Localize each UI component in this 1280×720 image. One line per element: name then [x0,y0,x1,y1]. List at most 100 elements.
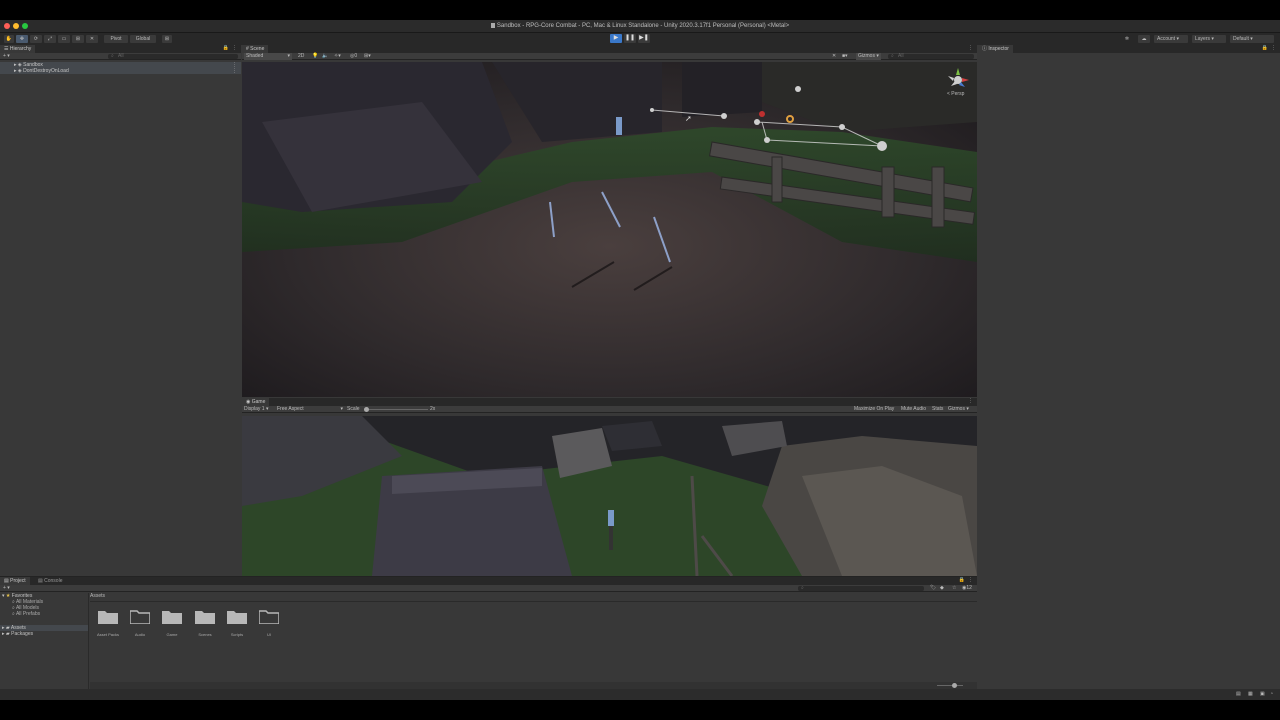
lock-icon[interactable]: 🔒 [1262,45,1268,52]
effects-toggle-icon[interactable]: ✧▾ [334,53,341,60]
pause-icon: ❚❚ [624,35,636,41]
transform-tool-icon[interactable]: ⊞ [72,35,84,43]
tree-item-packages[interactable]: ▸ ▰ Packages [0,631,88,637]
maximize-on-play-toggle[interactable]: Maximize On Play [854,406,894,413]
create-dropdown-icon[interactable]: + ▾ [3,585,10,592]
folder-icon: ▰ [5,631,10,637]
folder-icon [227,611,247,624]
tools-icon[interactable]: ✕ [832,53,836,60]
project-panel: ▤ Project ▤ Console 🔒 ⋮ + ▾ ⌕ 🏷 ◆ ☆ ◉12 … [0,576,977,690]
lighting-bake-icon[interactable]: ▣ [1260,691,1265,698]
hidden-objects-icon[interactable]: ◎0 [350,53,357,60]
rotate-tool-icon[interactable]: ⟳ [30,35,42,43]
game-tabbar: ◉ Game ⋮ [242,398,977,406]
layers-dropdown[interactable]: Layers ▾ [1192,35,1226,43]
create-dropdown-icon[interactable]: + ▾ [3,53,10,60]
play-button[interactable]: ▶ [610,34,622,43]
search-by-label-icon[interactable]: ◆ [940,585,944,592]
stats-toggle[interactable]: Stats [932,406,943,413]
aspect-dropdown[interactable]: Free Aspect ▾ [277,406,343,413]
scene-viewport[interactable]: < Persp ➚ [242,62,977,397]
layout-dropdown[interactable]: Default ▾ [1230,35,1274,43]
hierarchy-panel: ☰ Hierarchy 🔒 ⋮ + ▾ ⌕ All ▸ ◈ Sandbox ⋮ … [0,45,241,576]
step-button[interactable]: ▶❚ [638,34,650,43]
scale-slider-handle[interactable] [364,407,369,412]
scene-tabbar: # Scene ⋮ [242,45,977,53]
camera-icon[interactable]: ■▾ [842,53,848,60]
project-search-input[interactable]: ⌕ [798,585,924,591]
move-tool-icon[interactable]: ✥ [16,35,28,43]
scene-panel: # Scene ⋮ Shaded ▾ 2D 💡 🔈 ✧▾ ◎0 ⊞▾ ✕ ■▾ G… [242,45,977,397]
lock-icon[interactable]: 🔒 [223,45,229,52]
display-dropdown[interactable]: Display 1 ▾ [244,406,268,413]
pivot-toggle[interactable]: Pivot [104,35,128,43]
icon-size-slider[interactable] [937,683,963,688]
grid-snap-icon[interactable]: ⊞ [162,35,172,43]
collab-icon[interactable]: ✲ [1122,35,1132,43]
game-gizmos-dropdown[interactable]: Gizmos ▾ [948,406,969,413]
tab-inspector[interactable]: ⓘ Inspector [978,45,1013,53]
panel-menu-icon[interactable]: ⋮ [232,45,237,52]
lighting-toggle-icon[interactable]: 💡 [312,53,318,60]
scene-gizmo-icon[interactable]: < Persp [945,66,971,102]
expand-arrow-icon[interactable]: ▸ [2,631,5,637]
panel-menu-icon[interactable]: ⋮ [968,398,973,405]
tree-item-all-prefabs[interactable]: ⌕ All Prefabs [0,611,88,617]
status-bar: ▤ ▦ ▣ ◔ [0,689,1280,700]
shading-mode-dropdown[interactable]: Shaded ▾ [244,53,292,60]
mute-audio-toggle[interactable]: Mute Audio [901,406,926,413]
hierarchy-item-dontdestroyonload[interactable]: ▸ ◈ DontDestroyOnLoad ⋮ [0,68,241,74]
step-icon: ▶❚ [639,35,649,41]
tab-game[interactable]: ◉ Game [242,398,270,406]
account-dropdown[interactable]: Account ▾ [1154,35,1188,43]
favorite-icon[interactable]: ☆ [952,585,956,592]
folder-scripts[interactable]: Scripts [226,609,248,637]
rect-tool-icon[interactable]: ▭ [58,35,70,43]
pause-button[interactable]: ❚❚ [624,34,636,43]
gizmos-dropdown[interactable]: Gizmos ▾ [856,53,881,60]
project-tabbar: ▤ Project ▤ Console 🔒 ⋮ [0,577,977,585]
hand-tool-icon[interactable]: ✋ [4,35,14,43]
panel-menu-icon[interactable]: ⋮ [968,577,973,584]
2d-toggle[interactable]: 2D [298,53,304,60]
tab-hierarchy[interactable]: ☰ Hierarchy [0,45,36,53]
scale-tool-icon[interactable]: ⤢ [44,35,56,43]
hidden-packages-icon[interactable]: ◉12 [962,585,972,592]
document-icon [490,23,495,28]
tab-console[interactable]: ▤ Console [34,577,66,585]
game-viewport[interactable] [242,416,977,576]
cache-server-icon[interactable]: ▦ [1248,691,1253,698]
panel-menu-icon[interactable]: ⋮ [1271,45,1276,52]
folder-asset-packs[interactable]: Asset Packs [97,609,119,637]
folder-game[interactable]: Game [161,609,183,637]
folder-icon [195,611,215,624]
hierarchy-search-input[interactable]: ⌕ All [108,53,238,59]
item-menu-icon[interactable]: ⋮ [232,68,237,74]
icon-size-slider-handle[interactable] [952,683,957,688]
global-toggle[interactable]: Global [130,35,156,43]
custom-tool-icon[interactable]: ✕ [86,35,98,43]
expand-arrow-icon[interactable]: ▸ [14,68,17,74]
folder-audio[interactable]: Audio [129,609,151,637]
tab-scene[interactable]: # Scene [242,45,269,53]
search-icon: ⌕ [12,611,15,617]
folder-scenes[interactable]: Scenes [194,609,216,637]
search-icon: ⌕ [891,53,894,59]
folder-open-icon [129,610,151,625]
tab-project[interactable]: ▤ Project [0,577,30,585]
folder-ui[interactable]: UI [258,609,280,637]
audio-toggle-icon[interactable]: 🔈 [322,53,328,60]
breadcrumb[interactable]: Assets [90,593,105,600]
cloud-icon[interactable]: ☁ [1138,35,1150,43]
search-by-type-icon[interactable]: 🏷 [930,585,936,592]
scale-slider[interactable] [364,407,428,412]
lock-icon[interactable]: 🔒 [959,577,965,584]
scene-toolbar: Shaded ▾ 2D 💡 🔈 ✧▾ ◎0 ⊞▾ ✕ ■▾ Gizmos ▾ ⌕ … [242,53,977,60]
main-toolbar: ✋ ✥ ⟳ ⤢ ▭ ⊞ ✕ Pivot Global ⊞ ▶ ❚❚ ▶❚ ✲ ☁… [0,33,1280,45]
grid-toggle-icon[interactable]: ⊞▾ [364,53,371,60]
debug-mode-icon[interactable]: ◔ [1270,691,1273,698]
scale-value: 2x [430,406,436,412]
scene-search-input[interactable]: ⌕ All [888,53,974,59]
projection-label[interactable]: < Persp [947,91,964,98]
panel-menu-icon[interactable]: ⋮ [968,45,973,52]
